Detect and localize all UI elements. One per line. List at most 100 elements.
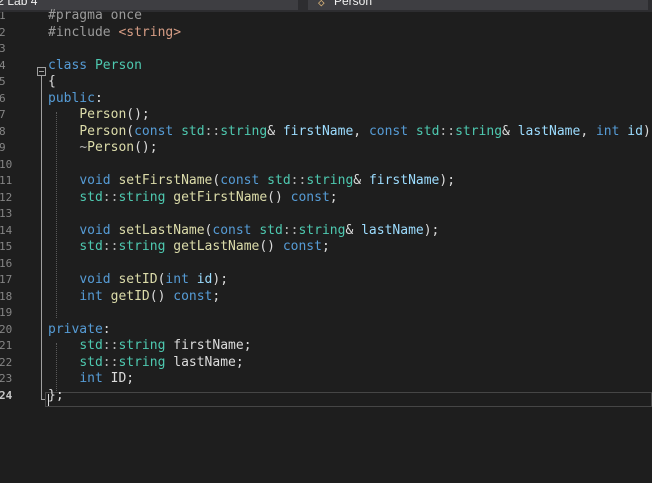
code-token: : — [94, 90, 103, 106]
code-token: setID — [118, 272, 158, 287]
code-line: int getID() const; — [48, 289, 220, 306]
code-token: void — [79, 222, 119, 238]
code-line: std::string getFirstName() const; — [48, 189, 337, 207]
line-number: 24 — [0, 388, 12, 402]
code-token: getLastName — [173, 239, 260, 254]
code-token: ); — [439, 173, 456, 188]
code-token: setFirstName — [118, 173, 213, 188]
fold-guide — [41, 76, 42, 400]
line-number: 16 — [0, 256, 12, 270]
code-line: private: — [48, 322, 111, 339]
line-number: 11 — [0, 174, 12, 187]
code-token: :: — [290, 173, 307, 188]
code-token: const — [282, 239, 322, 254]
code-line: Person(const std::string& firstName, con… — [48, 124, 652, 141]
code-token: () — [149, 288, 174, 304]
code-token: ); — [423, 222, 440, 238]
tab-project-label: ll2 Lab 4 — [0, 0, 38, 8]
code-token: const — [368, 123, 416, 139]
code-token: string — [118, 354, 174, 370]
code-token: private — [48, 321, 103, 337]
code-token: int — [79, 288, 111, 304]
code-token: ; — [126, 371, 135, 386]
code-line: int ID; — [48, 371, 134, 388]
code-token: string — [298, 222, 346, 238]
current-line-highlight — [45, 392, 652, 407]
code-token: const — [173, 288, 213, 304]
line-number: 5 — [0, 75, 6, 88]
code-token: :: — [439, 123, 456, 139]
code-token: & — [267, 123, 283, 139]
code-line: void setLastName(const std::string& last… — [48, 223, 439, 240]
code-line: class Person — [48, 58, 142, 75]
code-token: lastName — [361, 222, 424, 238]
code-token: , — [353, 123, 369, 139]
code-token: :: — [204, 123, 221, 139]
code-token: void — [79, 173, 119, 188]
code-token: string — [220, 123, 268, 139]
code-token: int — [595, 123, 628, 139]
code-token: :: — [102, 189, 119, 205]
code-token: firstName — [282, 123, 354, 139]
code-token: ); — [212, 272, 229, 287]
line-number: 13 — [0, 207, 12, 220]
code-token: : — [102, 321, 111, 337]
code-line: #include <string> — [48, 25, 181, 42]
code-line: std::string getLastName() const; — [48, 239, 330, 256]
code-token: & — [353, 173, 369, 188]
line-number: 6 — [0, 91, 6, 105]
code-token: () — [259, 239, 283, 254]
code-token: string — [118, 189, 174, 205]
code-token: public — [48, 90, 95, 106]
line-number: 1 — [0, 12, 6, 22]
line-number: 20 — [0, 322, 12, 336]
code-line: { — [48, 74, 56, 91]
line-number-gutter: 1 2 3 4 5 6 7 8 9 10 11 12 13 14 15 16 17 18 19 20 21 22 23 24 — [0, 12, 12, 483]
code-token: & — [345, 222, 362, 238]
code-token: int — [79, 371, 111, 386]
code-token: string — [118, 239, 174, 254]
line-number: 17 — [0, 273, 12, 286]
code-token: std — [181, 123, 205, 139]
code-token: string — [306, 173, 354, 188]
line-number: 8 — [0, 124, 6, 138]
code-token: std — [267, 173, 291, 188]
code-token: :: — [102, 239, 119, 254]
tab-person[interactable]: ◇ Person — [308, 0, 648, 10]
code-token: <string> — [118, 24, 182, 40]
code-token: setLastName — [118, 222, 205, 238]
line-number: 18 — [0, 289, 12, 303]
line-number: 12 — [0, 190, 12, 204]
line-number: 22 — [0, 355, 12, 369]
code-line: }; — [48, 388, 64, 405]
code-token: & — [502, 123, 518, 139]
code-token: :: — [102, 338, 119, 353]
code-token: std — [79, 354, 103, 370]
code-token: string — [118, 338, 174, 353]
code-token: Person — [79, 107, 127, 122]
code-token: std — [79, 239, 103, 254]
collapse-icon[interactable] — [37, 67, 46, 76]
tab-project[interactable]: ll2 Lab 4 — [0, 0, 298, 10]
code-token: ; — [321, 239, 330, 254]
code-token: int — [165, 272, 197, 287]
code-token: const — [290, 189, 330, 205]
code-token: () — [267, 189, 291, 205]
code-token: , — [580, 123, 596, 139]
code-token: ; — [212, 288, 221, 304]
code-token: id — [627, 123, 643, 139]
line-number: 3 — [0, 42, 6, 55]
code-line: Person(); — [48, 107, 149, 124]
code-line: void setFirstName(const std::string& fir… — [48, 173, 455, 190]
code-token: :: — [282, 222, 299, 238]
text-caret — [48, 394, 49, 406]
code-token: std — [79, 189, 103, 205]
code-token: ID — [110, 371, 127, 386]
